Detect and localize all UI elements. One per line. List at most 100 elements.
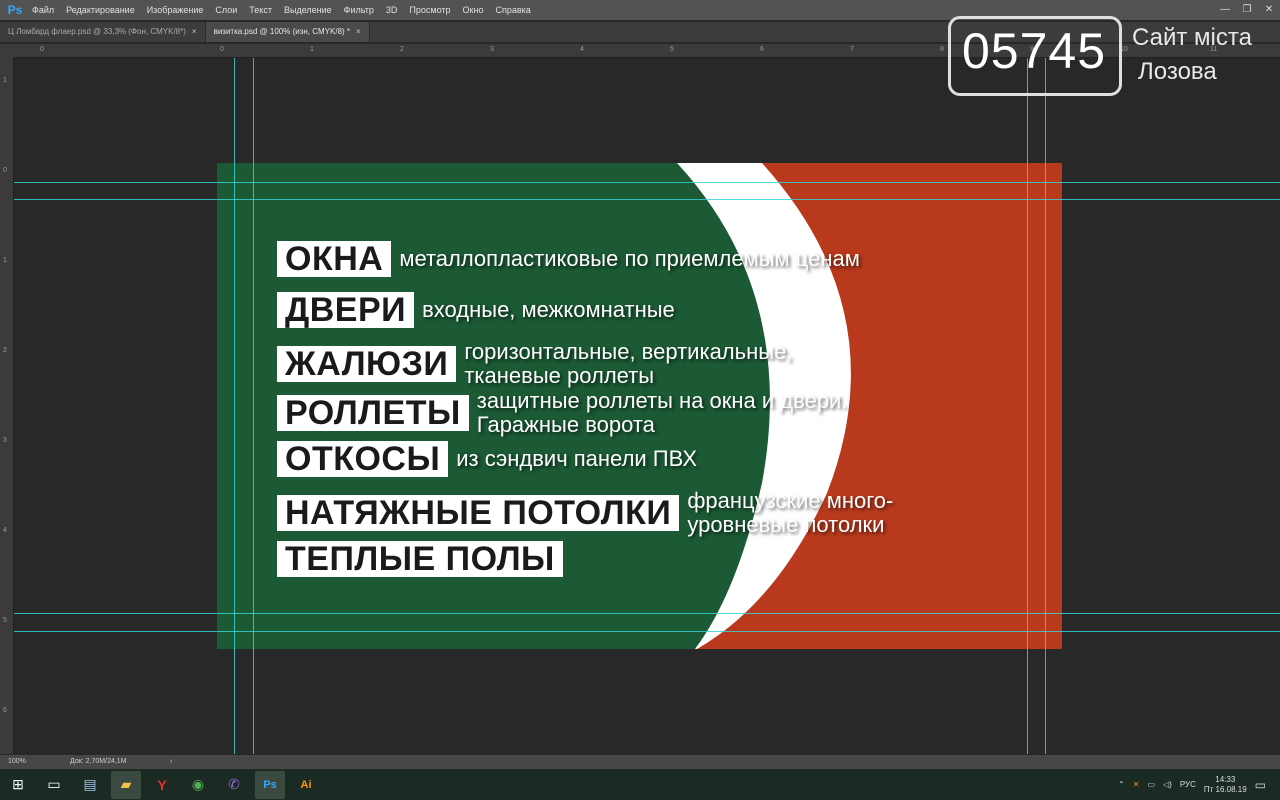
guide-horizontal[interactable] (14, 613, 1280, 614)
notifications-icon[interactable]: ▭ (1255, 778, 1266, 792)
menu-text[interactable]: Текст (243, 0, 278, 20)
windows-start-icon[interactable]: ⊞ (3, 771, 33, 799)
menu-help[interactable]: Справка (489, 0, 536, 20)
maximize-button[interactable]: ❐ (1236, 0, 1258, 20)
ruler-label: 0 (3, 167, 7, 174)
clock-date: Пт 16.08.19 (1203, 784, 1247, 794)
ruler-label: 6 (760, 46, 764, 53)
service-label: ОТКОСЫ (277, 441, 449, 477)
system-tray: ⌃ ✕ ▭ ◁) РУС 14:33 Пт 16.08.19 ▭ (1114, 769, 1280, 800)
service-desc: из сэндвич панели ПВХ (456, 446, 697, 471)
chrome-icon[interactable]: ◉ (183, 771, 213, 799)
service-row-poly: ТЕПЛЫЕ ПОЛЫ (277, 541, 563, 577)
service-row-okna: ОКНА металлопластиковые по приемлемым це… (277, 241, 860, 277)
clock[interactable]: 14:33 Пт 16.08.19 (1204, 775, 1247, 795)
service-desc: защитные роллеты на окна и двери. Гаражн… (477, 389, 848, 437)
service-label: ТЕПЛЫЕ ПОЛЫ (277, 541, 563, 577)
service-desc: металлопластиковые по приемлемым ценам (399, 246, 860, 271)
service-row-dveri: ДВЕРИ входные, межкомнатные (277, 292, 675, 328)
tab-vizitka[interactable]: визитка.psd @ 100% (изн, CMYK/8) * × (205, 22, 370, 42)
service-row-rollety: РОЛЛЕТЫ защитные роллеты на окна и двери… (277, 389, 847, 437)
photoshop-icon[interactable]: Ps (255, 770, 285, 799)
service-label: ЖАЛЮЗИ (277, 346, 457, 382)
ruler-label: 7 (850, 46, 854, 53)
service-desc: горизонтальные, вертикальные, тканевые р… (464, 340, 792, 388)
minimize-button[interactable]: — (1214, 0, 1236, 20)
window-controls: — ❐ ✕ (1214, 0, 1280, 20)
ruler-label: 4 (580, 46, 584, 53)
ruler-label: 5 (670, 46, 674, 53)
ruler-vertical[interactable]: 1 0 1 2 3 4 5 6 (0, 57, 14, 754)
ruler-label: 3 (490, 46, 494, 53)
file-explorer-icon[interactable]: ▰ (111, 770, 141, 799)
ruler-label: 1 (3, 77, 7, 84)
service-desc-line: Гаражные ворота (476, 412, 655, 437)
service-label: ОКНА (277, 241, 392, 277)
menu-3d[interactable]: 3D (380, 0, 404, 20)
service-desc: французские много- уровневые потолки (687, 489, 893, 537)
close-button[interactable]: ✕ (1258, 0, 1280, 20)
menu-edit[interactable]: Редактирование (60, 0, 141, 20)
service-desc-line: уровневые потолки (687, 512, 885, 537)
menu-image[interactable]: Изображение (141, 0, 210, 20)
tab-close-icon[interactable]: × (356, 27, 361, 36)
service-row-zhalyuzi: ЖАЛЮЗИ горизонтальные, вертикальные, тка… (277, 340, 792, 388)
guide-vertical[interactable] (253, 58, 254, 754)
tab-lombard-flyer[interactable]: Ц Ломбард флаер.psd @ 33,3% (Фон, CMYK/8… (0, 22, 206, 42)
zoom-level[interactable]: 100% (8, 758, 26, 765)
clock-time: 14:33 (1215, 774, 1236, 784)
tab-close-icon[interactable]: × (192, 27, 197, 36)
service-row-otkosy: ОТКОСЫ из сэндвич панели ПВХ (277, 441, 697, 477)
service-desc-line: горизонтальные, вертикальные, (464, 339, 793, 364)
ruler-label: 3 (3, 437, 7, 444)
watermark-site-label: Сайт міста (1132, 24, 1252, 51)
menu-window[interactable]: Окно (457, 0, 490, 20)
menu-view[interactable]: Просмотр (403, 0, 456, 20)
illustrator-icon[interactable]: Ai (291, 771, 321, 799)
network-icon[interactable]: ▭ (1147, 780, 1155, 789)
task-view-icon[interactable]: ▭ (39, 771, 69, 799)
guide-horizontal[interactable] (14, 182, 1280, 183)
tab-label: визитка.psd @ 100% (изн, CMYK/8) * (213, 27, 351, 36)
viber-icon[interactable]: ✆ (219, 771, 249, 799)
ruler-label: 8 (940, 46, 944, 53)
ruler-label: 0 (40, 46, 44, 53)
service-desc: входные, межкомнатные (422, 297, 675, 322)
menu-select[interactable]: Выделение (278, 0, 338, 20)
service-desc-line: защитные роллеты на окна и двери. (476, 388, 848, 413)
yandex-browser-icon[interactable]: Y (147, 771, 177, 799)
document-size: Док: 2,70M/24,1M (70, 758, 127, 765)
ruler-label: 6 (3, 707, 7, 714)
language-indicator[interactable]: РУС (1180, 780, 1196, 789)
guide-horizontal[interactable] (14, 199, 1280, 200)
ruler-label: 0 (220, 46, 224, 53)
ruler-label: 1 (3, 257, 7, 264)
windows-taskbar: ⊞ ▭ ▤ ▰ Y ◉ ✆ Ps Ai ⌃ ✕ ▭ ◁) РУС 14:33 П… (0, 769, 1280, 800)
service-label: РОЛЛЕТЫ (277, 395, 469, 431)
ruler-label: 1 (310, 46, 314, 53)
service-desc-line: французские много- (687, 488, 894, 513)
ruler-label: 2 (400, 46, 404, 53)
service-desc-line: тканевые роллеты (464, 363, 655, 388)
tab-label: Ц Ломбард флаер.psd @ 33,3% (Фон, CMYK/8… (8, 27, 186, 36)
guide-vertical[interactable] (1045, 58, 1046, 754)
service-label: ДВЕРИ (277, 292, 415, 328)
guide-vertical[interactable] (1027, 58, 1028, 754)
service-label: НАТЯЖНЫЕ ПОТОЛКИ (277, 495, 680, 531)
status-arrow-icon[interactable]: › (170, 758, 172, 765)
ruler-label: 4 (3, 527, 7, 534)
tray-app-icon[interactable]: ✕ (1133, 780, 1140, 789)
guide-vertical[interactable] (234, 58, 235, 754)
ruler-label: 2 (3, 347, 7, 354)
volume-icon[interactable]: ◁) (1163, 780, 1172, 789)
status-bar: 100% Док: 2,70M/24,1M › (0, 755, 1280, 769)
photoshop-logo: Ps (7, 3, 23, 17)
menu-file[interactable]: Файл (26, 0, 60, 20)
menu-layers[interactable]: Слои (209, 0, 243, 20)
notepad-icon[interactable]: ▤ (75, 771, 105, 799)
tray-arrow-icon[interactable]: ⌃ (1118, 780, 1125, 789)
menu-filter[interactable]: Фильтр (338, 0, 380, 20)
service-row-potolki: НАТЯЖНЫЕ ПОТОЛКИ французские много- уров… (277, 489, 893, 537)
business-card-canvas[interactable]: ОКНА металлопластиковые по приемлемым це… (217, 163, 1062, 649)
guide-horizontal[interactable] (14, 631, 1280, 632)
